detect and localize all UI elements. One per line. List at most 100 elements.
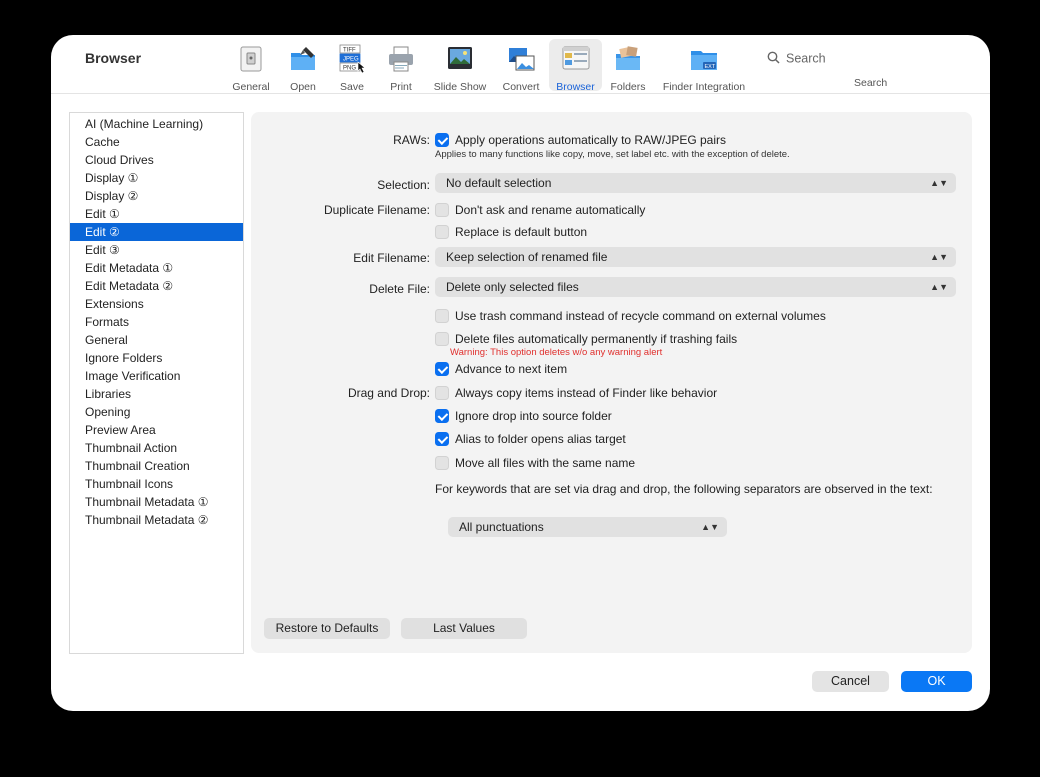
toolbar-divider	[51, 93, 990, 94]
trash-command-label: Use trash command instead of recycle com…	[455, 309, 826, 323]
category-sidebar[interactable]: AI (Machine Learning) Cache Cloud Drives…	[69, 112, 244, 654]
toolbar-label: General	[232, 81, 270, 93]
sidebar-item-thumbnail-icons[interactable]: Thumbnail Icons	[70, 475, 243, 493]
sidebar-item-display-1[interactable]: Display ①	[70, 169, 243, 187]
raws-checkbox[interactable]	[435, 133, 449, 147]
toolbar-label: Browser	[556, 81, 595, 93]
search-field[interactable]: Search	[767, 51, 826, 67]
delete-permanently-checkbox[interactable]	[435, 332, 449, 346]
toolbar-finder-integration[interactable]: EXT Finder Integration	[659, 41, 749, 93]
toolbar-save[interactable]: TIFF JPEG PNG Save	[330, 41, 374, 93]
chevron-updown-icon: ▲▼	[701, 522, 719, 532]
sidebar-item-thumbnail-creation[interactable]: Thumbnail Creation	[70, 457, 243, 475]
sidebar-item-libraries[interactable]: Libraries	[70, 385, 243, 403]
edit-filename-select[interactable]: Keep selection of renamed file ▲▼	[435, 247, 956, 267]
always-copy-label: Always copy items instead of Finder like…	[455, 386, 718, 400]
toolbar-label: Open	[290, 81, 316, 93]
ignore-drop-checkbox[interactable]	[435, 409, 449, 423]
sidebar-item-edit-2[interactable]: Edit ②	[70, 223, 243, 241]
delete-warning: Warning: This option deletes w/o any war…	[450, 347, 663, 358]
edit-filename-value: Keep selection of renamed file	[446, 250, 608, 264]
toolbar-label: Folders	[610, 81, 646, 93]
sidebar-item-edit-metadata-2[interactable]: Edit Metadata ②	[70, 277, 243, 295]
always-copy-checkbox[interactable]	[435, 386, 449, 400]
toolbar-label: Convert	[502, 81, 540, 93]
duplicate-filename-label: Duplicate Filename:	[323, 203, 430, 217]
raws-note: Applies to many functions like copy, mov…	[435, 149, 790, 160]
edit-filename-label: Edit Filename:	[353, 251, 430, 265]
raws-option-label: Apply operations automatically to RAW/JP…	[455, 133, 727, 147]
toolbar-slide-show[interactable]: Slide Show	[430, 41, 490, 93]
selection-label: Selection:	[377, 178, 430, 192]
sidebar-item-formats[interactable]: Formats	[70, 313, 243, 331]
sidebar-item-preview-area[interactable]: Preview Area	[70, 421, 243, 439]
chevron-updown-icon: ▲▼	[930, 178, 948, 188]
raws-label: RAWs:	[393, 133, 430, 147]
selection-value: No default selection	[446, 176, 552, 190]
search-label: Search	[854, 77, 888, 89]
sidebar-item-edit-1[interactable]: Edit ①	[70, 205, 243, 223]
last-values-button[interactable]: Last Values	[401, 618, 527, 639]
sidebar-item-cloud-drives[interactable]: Cloud Drives	[70, 151, 243, 169]
alias-target-checkbox[interactable]	[435, 432, 449, 446]
cancel-button[interactable]: Cancel	[812, 671, 889, 692]
trash-command-checkbox[interactable]	[435, 309, 449, 323]
sidebar-item-thumbnail-metadata-1[interactable]: Thumbnail Metadata ①	[70, 493, 243, 511]
delete-file-select[interactable]: Delete only selected files ▲▼	[435, 277, 956, 297]
sidebar-item-display-2[interactable]: Display ②	[70, 187, 243, 205]
restore-defaults-button[interactable]: Restore to Defaults	[264, 618, 390, 639]
toolbar-label: Finder Integration	[662, 81, 746, 93]
save-icon: TIFF JPEG PNG	[337, 44, 367, 74]
search-placeholder: Search	[786, 51, 826, 66]
svg-text:EXT: EXT	[705, 64, 716, 70]
move-same-name-label: Move all files with the same name	[455, 456, 636, 470]
toolbar-open[interactable]: Open	[281, 41, 325, 93]
delete-permanently-label: Delete files automatically permanently i…	[455, 332, 738, 346]
search-icon	[767, 51, 780, 67]
sidebar-item-edit-3[interactable]: Edit ③	[70, 241, 243, 259]
delete-file-label: Delete File:	[369, 282, 430, 296]
chevron-updown-icon: ▲▼	[930, 282, 948, 292]
toolbar-label: Slide Show	[433, 81, 487, 93]
sidebar-item-thumbnail-action[interactable]: Thumbnail Action	[70, 439, 243, 457]
sidebar-item-cache[interactable]: Cache	[70, 133, 243, 151]
svg-text:PNG: PNG	[343, 66, 356, 72]
separator-select[interactable]: All punctuations ▲▼	[448, 517, 727, 537]
preferences-window: Browser General Open TIFF JPEG PNG Save	[51, 35, 990, 711]
toolbar-label: Print	[390, 81, 412, 93]
settings-panel: RAWs: Apply operations automatically to …	[251, 112, 972, 653]
toolbar-convert[interactable]: Convert	[498, 41, 544, 93]
separator-value: All punctuations	[459, 520, 544, 534]
toolbar-folders[interactable]: Folders	[606, 41, 650, 93]
drag-and-drop-label: Drag and Drop:	[347, 386, 430, 400]
finder-integration-icon: EXT	[689, 44, 719, 74]
svg-text:JPEG: JPEG	[343, 57, 359, 63]
sidebar-item-extensions[interactable]: Extensions	[70, 295, 243, 313]
print-icon	[386, 44, 416, 74]
window-title: Browser	[85, 50, 142, 66]
sidebar-item-ignore-folders[interactable]: Ignore Folders	[70, 349, 243, 367]
replace-default-checkbox[interactable]	[435, 225, 449, 239]
sidebar-item-edit-metadata-1[interactable]: Edit Metadata ①	[70, 259, 243, 277]
sidebar-item-thumbnail-metadata-2[interactable]: Thumbnail Metadata ②	[70, 511, 243, 529]
sidebar-item-image-verification[interactable]: Image Verification	[70, 367, 243, 385]
sidebar-item-general[interactable]: General	[70, 331, 243, 349]
rename-automatically-checkbox[interactable]	[435, 203, 449, 217]
toolbar-general[interactable]: General	[229, 41, 273, 93]
delete-file-value: Delete only selected files	[446, 280, 579, 294]
alias-target-label: Alias to folder opens alias target	[455, 432, 626, 446]
sidebar-item-opening[interactable]: Opening	[70, 403, 243, 421]
ok-button[interactable]: OK	[901, 671, 972, 692]
advance-next-checkbox[interactable]	[435, 362, 449, 376]
toolbar-browser[interactable]: Browser	[549, 39, 602, 93]
open-icon	[288, 44, 318, 74]
keywords-note: For keywords that are set via drag and d…	[435, 482, 933, 496]
rename-automatically-label: Don't ask and rename automatically	[455, 203, 646, 217]
toolbar-label: Save	[340, 81, 364, 93]
selection-select[interactable]: No default selection ▲▼	[435, 173, 956, 193]
move-same-name-checkbox[interactable]	[435, 456, 449, 470]
toolbar-print[interactable]: Print	[379, 41, 423, 93]
sidebar-item-ai[interactable]: AI (Machine Learning)	[70, 115, 243, 133]
chevron-updown-icon: ▲▼	[930, 252, 948, 262]
general-icon	[236, 44, 266, 74]
